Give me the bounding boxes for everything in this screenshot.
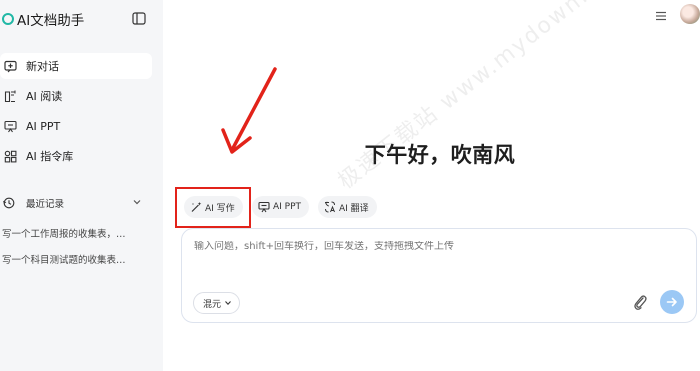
- sidebar-item-label: AI PPT: [26, 119, 61, 133]
- sidebar-item-label: AI 指令库: [26, 150, 74, 163]
- sidebar-item-ai-prompts[interactable]: AI 指令库: [0, 143, 152, 169]
- model-select[interactable]: 混元: [193, 292, 241, 314]
- brand[interactable]: AI文档助手: [2, 10, 85, 29]
- sidebar-item-ai-read[interactable]: AI 阅读: [0, 83, 152, 109]
- presentation-icon: [258, 201, 270, 213]
- sidebar-item-new-chat[interactable]: 新对话: [0, 53, 152, 79]
- recent-title: 最近记录: [26, 199, 65, 210]
- grid-icon: [3, 149, 17, 163]
- chip-label: AI 翻译: [339, 203, 369, 214]
- annotation-arrow: [221, 67, 277, 154]
- sidebar-item-label: AI 阅读: [26, 90, 63, 103]
- sidebar-toggle-icon[interactable]: [132, 12, 146, 25]
- chevron-down-icon: [225, 301, 231, 306]
- arrow-right-icon: [666, 297, 677, 307]
- avatar[interactable]: [680, 4, 700, 24]
- chip-ai-ppt[interactable]: AI PPT: [252, 196, 310, 218]
- attach-icon[interactable]: [632, 293, 648, 311]
- history-item[interactable]: 写一个工作周报的收集表，…: [2, 226, 142, 240]
- menu-icon[interactable]: [655, 10, 667, 22]
- new-chat-icon: [3, 59, 17, 73]
- presentation-icon: [3, 119, 17, 133]
- brand-name: AI文档助手: [17, 13, 85, 29]
- annotation-highlight-box: [175, 187, 251, 228]
- logo-icon: [2, 13, 14, 25]
- sidebar-item-ai-ppt[interactable]: AI PPT: [0, 113, 152, 139]
- history-item[interactable]: 写一个科目测试题的收集表…: [2, 252, 142, 266]
- sidebar-item-label: 新对话: [26, 60, 59, 73]
- recent-section-header[interactable]: 最近记录: [0, 194, 150, 212]
- chat-input[interactable]: [194, 241, 634, 252]
- model-select-label: 混元: [203, 299, 222, 310]
- chevron-down-icon: [133, 200, 141, 205]
- chip-ai-translate[interactable]: AI 翻译: [318, 196, 377, 218]
- app-root: AI文档助手 新对话 AI 阅读 AI PPT AI 指令库 最近记录 写一个工…: [0, 0, 700, 371]
- chat-composer: 混元: [181, 228, 697, 323]
- sidebar: AI文档助手 新对话 AI 阅读 AI PPT AI 指令库 最近记录 写一个工…: [0, 0, 163, 371]
- send-button[interactable]: [660, 290, 684, 314]
- chip-label: AI PPT: [273, 202, 302, 212]
- book-icon: [3, 89, 17, 103]
- history-icon: [2, 196, 16, 210]
- translate-icon: [324, 201, 336, 213]
